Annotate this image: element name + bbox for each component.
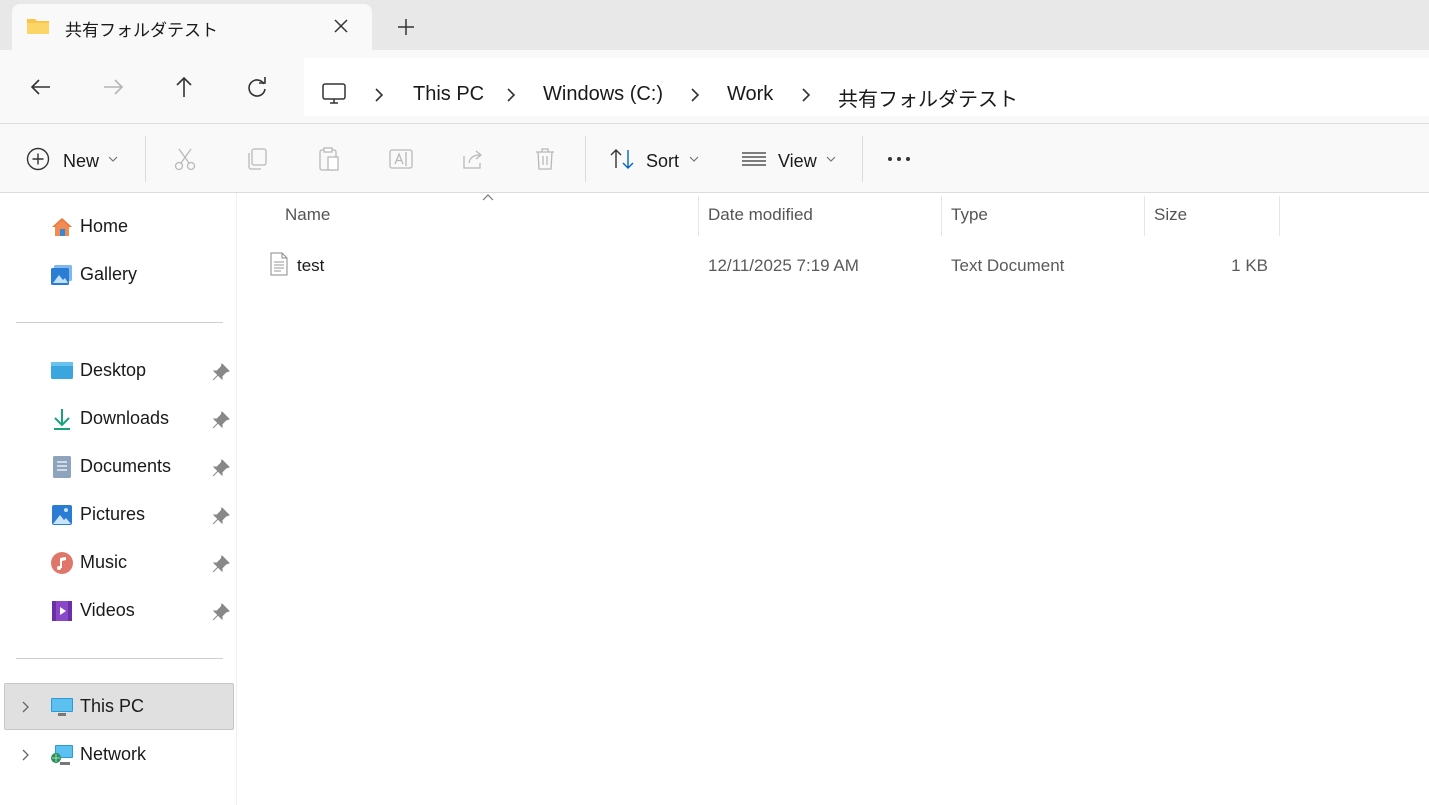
sidebar-item-documents[interactable]: Documents: [0, 445, 237, 489]
computer-icon: [51, 698, 73, 716]
download-icon: [54, 409, 70, 430]
column-header-size[interactable]: Size: [1154, 205, 1187, 225]
sidebar-item-home[interactable]: Home: [0, 205, 237, 249]
arrow-up-icon[interactable]: [169, 72, 199, 102]
sidebar-item-music[interactable]: Music: [0, 541, 237, 585]
column-header-date-modified[interactable]: Date modified: [708, 205, 813, 225]
sidebar-separator: [16, 658, 223, 659]
chevron-down-icon[interactable]: [826, 155, 836, 163]
pin-icon[interactable]: [212, 459, 230, 477]
copy-icon[interactable]: [244, 146, 270, 172]
file-type: Text Document: [951, 256, 1065, 275]
chevron-right-icon[interactable]: [20, 700, 32, 714]
view-icon[interactable]: [741, 146, 767, 172]
view-button[interactable]: View: [778, 151, 817, 172]
close-icon[interactable]: [328, 13, 354, 39]
column-divider[interactable]: [698, 196, 699, 236]
plus-icon[interactable]: [392, 13, 420, 41]
toolbar-divider: [145, 136, 146, 182]
pictures-icon: [52, 505, 72, 525]
sidebar-item-videos[interactable]: Videos: [0, 589, 237, 633]
music-icon: [51, 552, 73, 574]
sidebar-item-network[interactable]: Network: [0, 733, 237, 777]
delete-icon[interactable]: [532, 146, 558, 172]
more-icon[interactable]: [886, 146, 912, 172]
breadcrumb-this-pc[interactable]: This PC: [413, 83, 484, 106]
chevron-right-icon[interactable]: [372, 86, 386, 104]
title-bar: 共有フォルダテスト: [0, 0, 1429, 50]
videos-icon: [52, 601, 72, 621]
navigation-pane: Home Gallery Desktop Downloads Documents: [0, 193, 237, 805]
file-size: 1 KB: [1231, 256, 1268, 275]
sidebar-item-gallery[interactable]: Gallery: [0, 253, 237, 297]
sidebar-item-desktop[interactable]: Desktop: [0, 349, 237, 393]
network-icon: [51, 745, 73, 765]
share-icon[interactable]: [460, 146, 486, 172]
file-row[interactable]: test 12/11/2025 7:19 AM Text Document 1 …: [260, 243, 1280, 287]
tab-title: 共有フォルダテスト: [65, 21, 218, 40]
sidebar-separator: [16, 322, 223, 323]
pin-icon[interactable]: [212, 603, 230, 621]
home-icon: [52, 218, 72, 236]
pin-icon[interactable]: [212, 555, 230, 573]
arrow-left-icon[interactable]: [26, 72, 56, 102]
add-circle-icon[interactable]: [25, 146, 51, 172]
column-header-name[interactable]: Name: [285, 205, 330, 225]
sidebar-item-pictures[interactable]: Pictures: [0, 493, 237, 537]
chevron-down-icon[interactable]: [689, 155, 699, 163]
sidebar-item-downloads[interactable]: Downloads: [0, 397, 237, 441]
file-name: test: [297, 256, 325, 275]
arrow-right-icon[interactable]: [98, 72, 128, 102]
refresh-icon[interactable]: [242, 72, 272, 102]
chevron-right-icon[interactable]: [504, 86, 518, 104]
column-divider[interactable]: [1144, 196, 1145, 236]
breadcrumb-current-folder[interactable]: 共有フォルダテスト: [838, 83, 1018, 112]
sort-button[interactable]: Sort: [646, 151, 679, 172]
gallery-icon: [51, 265, 72, 285]
folder-icon: [27, 19, 49, 34]
chevron-down-icon[interactable]: [108, 155, 118, 163]
pin-icon[interactable]: [212, 411, 230, 429]
navigation-bar: This PC Windows (C:) Work 共有フォルダテスト: [0, 50, 1429, 123]
toolbar-divider: [862, 136, 863, 182]
breadcrumb-windows-c[interactable]: Windows (C:): [543, 83, 663, 106]
sort-icon[interactable]: [609, 146, 635, 172]
new-button[interactable]: New: [63, 151, 99, 172]
chevron-right-icon[interactable]: [799, 86, 813, 104]
sidebar-item-this-pc[interactable]: This PC: [0, 685, 237, 729]
text-file-icon: [270, 252, 288, 276]
breadcrumb-work[interactable]: Work: [727, 83, 773, 106]
sort-ascending-icon: [482, 194, 494, 201]
rename-icon[interactable]: [388, 146, 414, 172]
pin-icon[interactable]: [212, 507, 230, 525]
column-divider[interactable]: [1279, 196, 1280, 236]
cut-icon[interactable]: [172, 146, 198, 172]
documents-icon: [53, 456, 71, 478]
chevron-right-icon[interactable]: [20, 748, 32, 762]
pin-icon[interactable]: [212, 363, 230, 381]
column-header-type[interactable]: Type: [951, 205, 988, 225]
chevron-right-icon[interactable]: [688, 86, 702, 104]
toolbar-divider: [585, 136, 586, 182]
address-bar[interactable]: This PC Windows (C:) Work 共有フォルダテスト: [304, 58, 1429, 116]
column-divider[interactable]: [941, 196, 942, 236]
monitor-icon: [322, 83, 346, 104]
file-date-modified: 12/11/2025 7:19 AM: [708, 256, 859, 275]
command-bar: New Sort View: [0, 124, 1429, 192]
desktop-icon: [51, 362, 73, 379]
tab-active[interactable]: 共有フォルダテスト: [12, 4, 372, 50]
paste-icon[interactable]: [316, 146, 342, 172]
